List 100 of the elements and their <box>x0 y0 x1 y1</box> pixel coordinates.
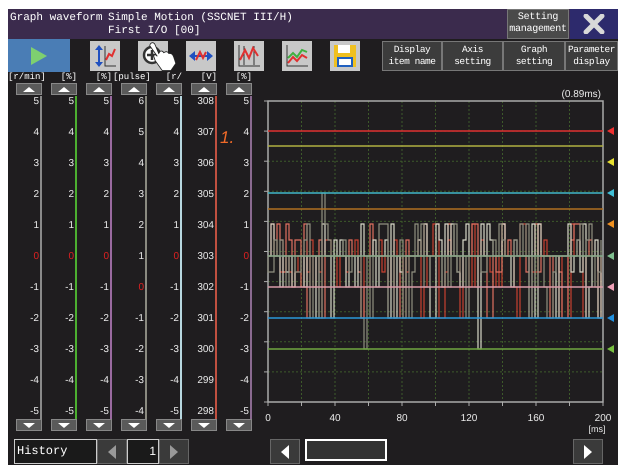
axis-tick-label: -2 <box>65 313 74 325</box>
channel-marker[interactable] <box>607 345 614 353</box>
scale-down-button[interactable] <box>226 419 252 431</box>
x-axis-label: 200 <box>594 413 612 424</box>
x-axis-label: 160 <box>528 413 544 424</box>
channel-marker[interactable] <box>607 127 614 135</box>
down-triangle-icon <box>163 422 175 428</box>
scale-down-button[interactable] <box>51 419 77 431</box>
scale-down-button[interactable] <box>191 419 217 431</box>
axis-tick-label: 1 <box>68 220 74 232</box>
scale-down-button[interactable] <box>121 419 147 431</box>
axis-tick-label: -5 <box>65 406 74 418</box>
axis-tick-label: 306 <box>197 158 214 170</box>
channel-marker[interactable] <box>607 283 614 291</box>
step-number: 1. <box>220 129 234 147</box>
axis-tick-label: -1 <box>100 282 109 294</box>
axis-tick-label: 300 <box>197 344 214 356</box>
toolbar-text-button[interactable]: Axis setting <box>442 40 503 70</box>
axis-tick-label: -3 <box>170 344 179 356</box>
axis-tick-label: 4 <box>33 127 39 139</box>
axis-tick-label: 4 <box>173 127 179 139</box>
channel-marker[interactable] <box>607 252 614 260</box>
setting-management-button[interactable]: Setting management <box>507 9 569 39</box>
axis-tick-label: 5 <box>243 96 249 108</box>
axis-tick-label: -1 <box>30 282 39 294</box>
axis-unit: [r/min] <box>8 72 43 83</box>
axis-tick-label: 2 <box>173 189 179 201</box>
axis-tick-label: -5 <box>240 406 249 418</box>
scale-down-button[interactable] <box>156 419 182 431</box>
down-triangle-icon <box>198 422 210 428</box>
scale-up-button[interactable] <box>16 83 42 95</box>
right-arrow-icon <box>583 444 593 458</box>
x-axis-unit: [ms] <box>588 424 606 434</box>
axis-tick-label: -1 <box>135 313 144 325</box>
axis-tick-label: -1 <box>240 282 249 294</box>
close-icon <box>583 14 605 34</box>
scroll-left-button[interactable] <box>270 439 300 464</box>
next-button[interactable] <box>159 439 189 464</box>
axis-unit: [%] <box>234 72 253 83</box>
scale-up-button[interactable] <box>226 83 252 95</box>
window-subtitle: First I/O [00] <box>108 25 202 38</box>
scale-up-button[interactable] <box>191 83 217 95</box>
axis-tick-label: -2 <box>240 313 249 325</box>
axis-tick-label: 299 <box>197 375 214 387</box>
axis-tick-label: 2 <box>243 189 249 201</box>
axis-tick-label: 5 <box>173 96 179 108</box>
toolbar-button[interactable] <box>282 40 312 70</box>
scrollbar-thumb[interactable] <box>305 439 387 461</box>
axis-tick-label: 5 <box>33 96 39 108</box>
axis-tick-label: -1 <box>170 282 179 294</box>
axis-tick-label: 3 <box>173 158 179 170</box>
axis-tick-label: 5 <box>103 96 109 108</box>
history-number-field[interactable]: 1 <box>127 439 159 464</box>
scroll-right-button[interactable] <box>573 439 603 464</box>
x-axis-label: 40 <box>329 413 341 424</box>
scale-down-button[interactable] <box>86 419 112 431</box>
channel-marker[interactable] <box>607 220 614 228</box>
toolbar-button[interactable] <box>330 40 360 70</box>
axis-tick-label: -2 <box>170 313 179 325</box>
up-triangle-icon <box>163 86 175 92</box>
axis-tick-label: 301 <box>197 313 214 325</box>
scale-up-button[interactable] <box>86 83 112 95</box>
toolbar-text-button[interactable]: Parameter display <box>565 40 618 70</box>
toolbar-button[interactable] <box>90 40 120 70</box>
channel-marker[interactable] <box>607 189 614 197</box>
up-triangle-icon <box>198 86 210 92</box>
scale-down-button[interactable] <box>16 419 42 431</box>
down-triangle-icon <box>233 422 245 428</box>
scale-up-button[interactable] <box>156 83 182 95</box>
axis-tick-label: 3 <box>33 158 39 170</box>
up-triangle-icon <box>58 86 70 92</box>
axis-tick-label: 2 <box>138 220 144 232</box>
axis-tick-label: -5 <box>170 406 179 418</box>
channel-marker[interactable] <box>607 314 614 322</box>
axis-tick-label: 307 <box>197 127 214 139</box>
axis-tick-label: 3 <box>68 158 74 170</box>
axis-tick-label: 302 <box>197 282 214 294</box>
previous-button[interactable] <box>97 439 127 464</box>
axis-tick-label: 303 <box>197 251 214 263</box>
close-button[interactable] <box>570 9 618 39</box>
toolbar-button[interactable] <box>234 40 264 70</box>
axis-tick-label: 2 <box>33 189 39 201</box>
play-icon <box>30 46 48 66</box>
scale-up-button[interactable] <box>51 83 77 95</box>
axis-unit: [%] <box>94 72 113 83</box>
axis-tick-label: 5 <box>68 96 74 108</box>
axis-tick-label: 3 <box>243 158 249 170</box>
toolbar-text-button[interactable]: Display item name <box>382 40 442 70</box>
axis-tick-label: 1 <box>173 220 179 232</box>
axis-tick-label: 305 <box>197 189 214 201</box>
up-triangle-icon <box>128 86 140 92</box>
toolbar-text-button[interactable]: Graph setting <box>503 40 565 70</box>
axis-scale-icon <box>93 44 117 68</box>
axis-tick-label: 298 <box>197 406 214 418</box>
window-subtitle: Simple Motion (SSCNET III/H) <box>108 12 293 25</box>
channel-marker[interactable] <box>607 158 614 166</box>
axis-tick-label: 0 <box>138 282 144 294</box>
window-title: Graph waveform <box>9 11 104 26</box>
down-triangle-icon <box>128 422 140 428</box>
scale-up-button[interactable] <box>121 83 147 95</box>
